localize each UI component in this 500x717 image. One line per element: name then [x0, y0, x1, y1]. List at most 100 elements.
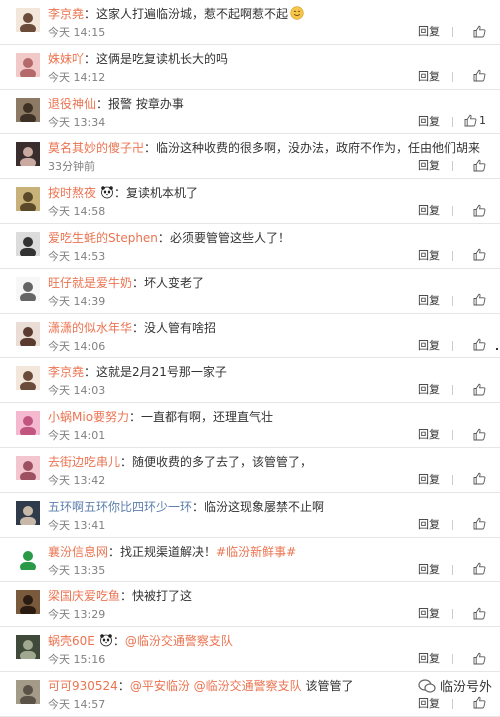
reply-button[interactable]: 回复 — [418, 249, 440, 263]
like-button[interactable] — [473, 650, 486, 666]
reply-button[interactable]: 回复 — [418, 518, 440, 532]
like-button[interactable] — [473, 381, 486, 397]
username-link[interactable]: 梁国庆爱吃鱼 — [48, 589, 120, 603]
like-button[interactable] — [473, 202, 486, 218]
username-link[interactable]: 去街边吃串儿 — [48, 455, 120, 469]
comment-time: 今天 14:39 — [48, 294, 106, 308]
avatar[interactable] — [16, 679, 40, 704]
avatar[interactable] — [16, 276, 40, 301]
avatar[interactable] — [16, 97, 40, 122]
action-separator — [452, 698, 453, 709]
comment-time: 今天 14:53 — [48, 249, 106, 263]
username-link[interactable]: 蜗壳60E — [48, 634, 95, 648]
avatar[interactable] — [16, 411, 40, 436]
avatar[interactable] — [16, 500, 40, 525]
comment-text: 这家人打遍临汾城，惹不起啊惹不起 — [96, 7, 289, 21]
like-button[interactable] — [473, 68, 486, 84]
action-separator — [452, 206, 453, 217]
mention-link[interactable]: @平安临汾 @临汾交通警察支队 — [130, 679, 302, 693]
thumbs-up-icon — [473, 517, 486, 530]
comment-text: 必须要管管这些人了！ — [169, 230, 290, 245]
thumbs-up-icon — [473, 428, 486, 441]
username-link[interactable]: 李京堯 — [48, 365, 84, 379]
comment-item: 小蜗Mio要努力：一直都有啊，还理直气壮 今天 14:01 回复 — [0, 403, 500, 448]
like-button[interactable] — [473, 561, 486, 577]
reply-button[interactable]: 回复 — [418, 70, 440, 84]
comment-text: 快被打了这 — [132, 589, 193, 604]
reply-button[interactable]: 回复 — [418, 339, 440, 353]
comment-line: 退役神仙：报警 按章办事 — [48, 96, 490, 112]
like-button[interactable] — [473, 426, 486, 442]
comment-text-tail: 该管管了 — [301, 678, 354, 693]
like-button[interactable] — [473, 292, 486, 308]
comment-item: 蜗壳60E ：@临汾交通警察支队 今天 15:16 回复 — [0, 627, 500, 672]
comment-line: 去街边吃串儿：随便收费的多了去了，该管管了， — [48, 454, 490, 470]
like-button[interactable] — [473, 247, 486, 263]
avatar[interactable] — [16, 635, 40, 660]
reply-button[interactable]: 回复 — [418, 563, 440, 577]
username-link[interactable]: 襄汾信息网 — [48, 545, 108, 559]
avatar[interactable] — [16, 187, 40, 212]
action-separator — [452, 430, 453, 441]
reply-button[interactable]: 回复 — [418, 473, 440, 487]
like-button[interactable]: 1 — [464, 113, 486, 129]
reply-button[interactable]: 回复 — [418, 652, 440, 666]
comment-line: 旺仔就是爱牛奶：坏人变老了 — [48, 275, 490, 291]
avatar[interactable] — [16, 545, 40, 570]
avatar[interactable] — [16, 52, 40, 77]
comment-time: 今天 13:41 — [48, 518, 106, 532]
like-button[interactable] — [473, 23, 486, 39]
like-button[interactable] — [473, 605, 486, 621]
username-link[interactable]: 小蜗Mio要努力 — [48, 410, 129, 424]
reply-button[interactable]: 回复 — [418, 383, 440, 397]
avatar[interactable] — [16, 8, 40, 32]
like-button[interactable] — [473, 157, 486, 173]
thumbs-up-icon — [473, 159, 486, 172]
reply-button[interactable]: 回复 — [418, 159, 440, 173]
username-link[interactable]: 李京堯 — [48, 7, 84, 21]
reply-button[interactable]: 回复 — [418, 115, 440, 129]
action-separator — [452, 519, 453, 530]
avatar[interactable] — [16, 142, 40, 167]
watermark-text: 临汾号外 — [439, 680, 492, 695]
reply-button[interactable]: 回复 — [418, 204, 440, 218]
username-link[interactable]: 可可930524 — [48, 679, 118, 693]
comment-time: 今天 13:35 — [48, 563, 106, 577]
comment-line: 爱吃生蚝的Stephen：必须要管管这些人了！ — [48, 230, 490, 246]
avatar[interactable] — [16, 321, 40, 346]
action-separator — [452, 27, 453, 37]
avatar[interactable] — [16, 590, 40, 615]
username-link[interactable]: 莫名其妙的傻子卍 — [48, 141, 144, 155]
reply-button[interactable]: 回复 — [418, 428, 440, 442]
username-link[interactable]: 五环啊五环你比四环少一环 — [48, 500, 192, 514]
thumbs-up-icon — [473, 293, 486, 306]
username-link[interactable]: 潇潇的似水年华 — [48, 321, 132, 335]
like-button[interactable] — [473, 516, 486, 532]
comment-text: 一直都有啊，还理直气壮 — [141, 410, 274, 425]
reply-button[interactable]: 回复 — [418, 294, 440, 308]
panda-icon — [99, 633, 113, 647]
username-link[interactable]: 爱吃生蚝的Stephen — [48, 231, 158, 245]
like-button[interactable] — [473, 471, 486, 487]
action-separator — [452, 340, 453, 351]
comment-line: 潇潇的似水年华：没人管有啥招 — [48, 320, 490, 336]
mention-link[interactable]: @临汾交通警察支队 — [125, 634, 233, 648]
avatar[interactable] — [16, 455, 40, 480]
username-link[interactable]: 旺仔就是爱牛奶 — [48, 276, 132, 290]
avatar[interactable] — [16, 366, 40, 391]
stray-dot — [496, 348, 498, 350]
username-link[interactable]: 姝妹吖 — [48, 52, 84, 66]
thumbs-up-icon — [464, 114, 477, 127]
mention-link[interactable]: #临汾新鲜事# — [216, 545, 296, 559]
reply-button[interactable]: 回复 — [418, 25, 440, 39]
like-button[interactable] — [473, 337, 486, 353]
reply-button[interactable]: 回复 — [418, 607, 440, 621]
comment-colon: ： — [112, 634, 125, 649]
avatar[interactable] — [16, 231, 40, 256]
comment-colon: ： — [132, 320, 145, 335]
comment-line: 姝妹吖：这俩是吃复读机长大的吗 — [48, 51, 490, 67]
comment-item: 去街边吃串儿：随便收费的多了去了，该管管了， 今天 13:42 回复 — [0, 448, 500, 493]
username-link[interactable]: 退役神仙 — [48, 97, 96, 111]
thumbs-up-icon — [473, 25, 486, 38]
username-link[interactable]: 按时熬夜 — [48, 186, 96, 200]
